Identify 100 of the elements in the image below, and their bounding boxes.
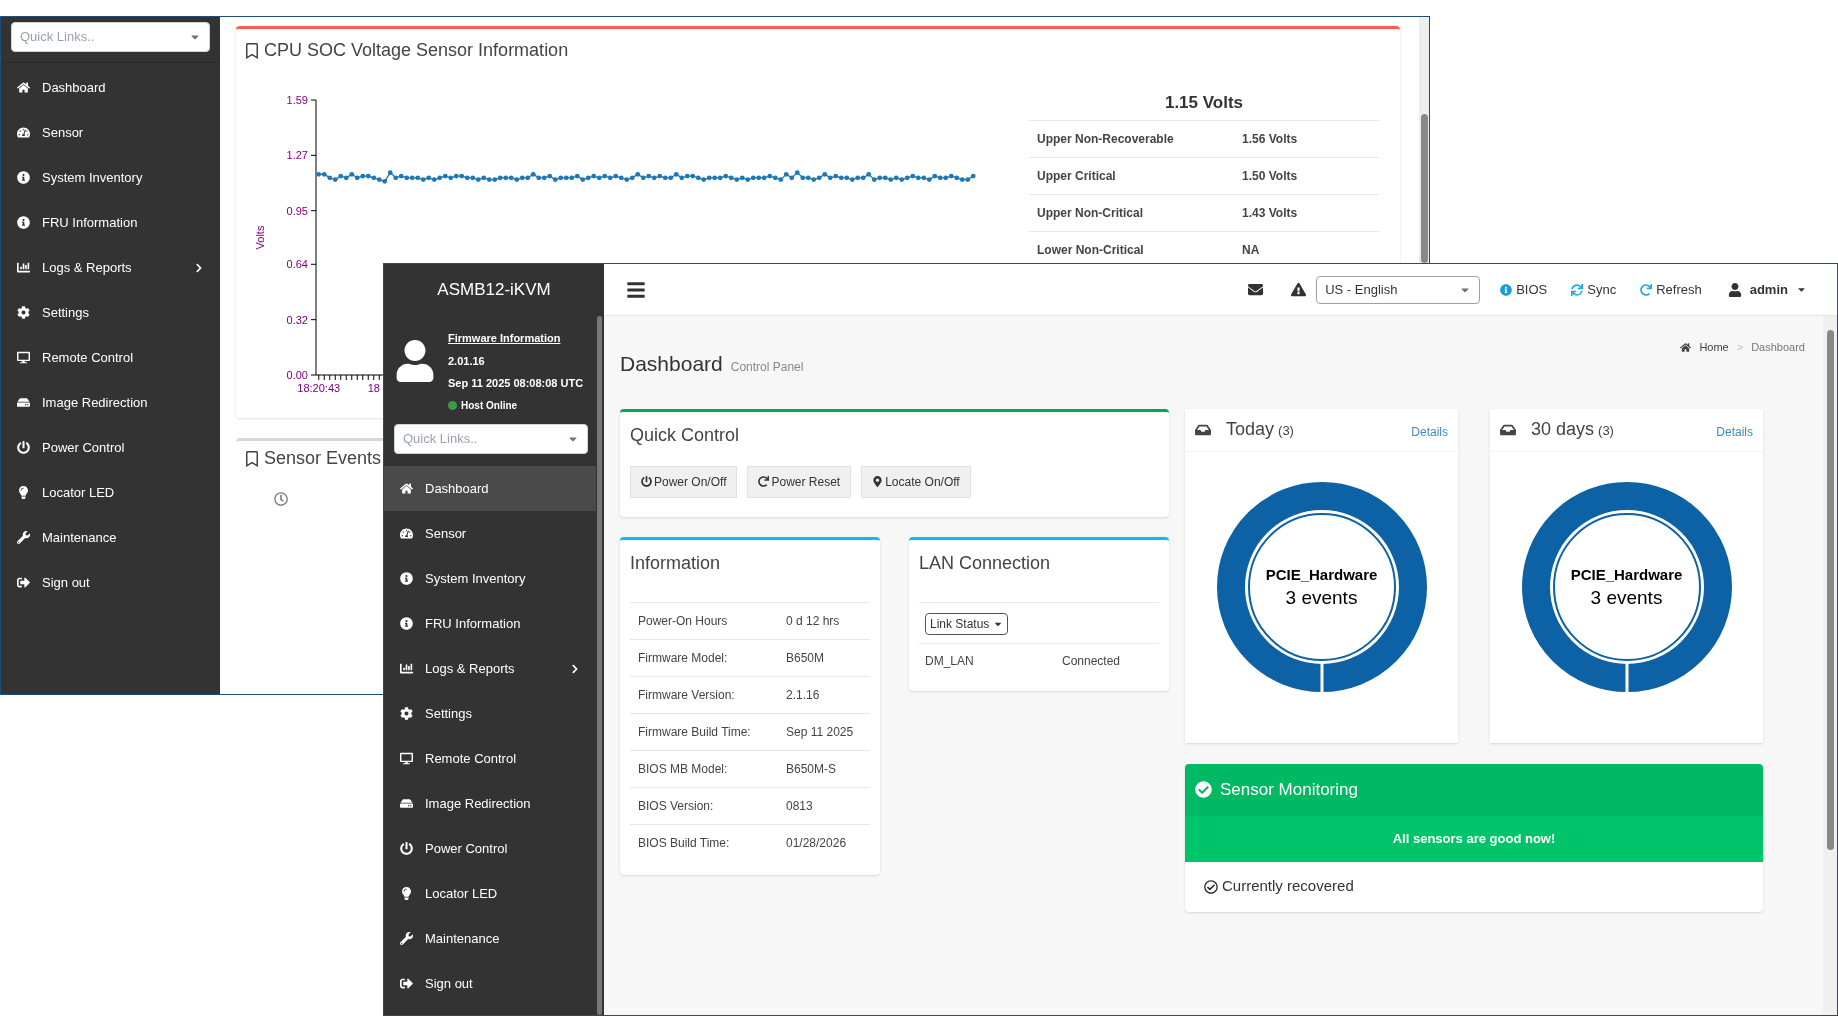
breadcrumb-link[interactable]: Home xyxy=(1699,338,1729,356)
mail-icon[interactable] xyxy=(1248,282,1264,297)
info-label: Power-On Hours xyxy=(638,612,729,630)
gauge-icon xyxy=(17,126,30,139)
power-icon xyxy=(641,476,652,487)
menu-icon[interactable] xyxy=(626,279,646,300)
bar-chart-icon xyxy=(17,261,30,274)
info-label: BIOS MB Model: xyxy=(638,760,729,778)
threshold-value: 1.50 Volts xyxy=(1242,167,1298,185)
header-action-link[interactable]: BIOS xyxy=(1496,279,1552,300)
threshold-label: Upper Non-Recoverable xyxy=(1037,130,1175,148)
threshold-value: NA xyxy=(1242,241,1260,259)
monitor-icon xyxy=(400,752,413,765)
info-value: 0813 xyxy=(786,797,813,815)
events-card-title: Today xyxy=(1226,418,1275,441)
gauge-icon xyxy=(400,527,413,540)
quick-links-placeholder: Quick Links.. xyxy=(403,430,478,449)
drive-icon xyxy=(400,797,413,810)
info-icon xyxy=(1500,283,1513,296)
breadcrumb-separator: > xyxy=(1736,339,1744,355)
recovered-status: Currently recovered xyxy=(1222,876,1354,897)
user-menu[interactable]: admin xyxy=(1727,279,1807,300)
page-subtitle: Control Panel xyxy=(730,359,804,376)
quick-control-button[interactable]: Power On/Off xyxy=(630,465,738,498)
user-icon xyxy=(1727,282,1742,297)
info-value: 0 d 12 hrs xyxy=(786,612,840,630)
info-value: B650M xyxy=(786,649,825,667)
bookmark-icon xyxy=(244,450,260,467)
brand-title: ASMB12-iKVM xyxy=(436,279,552,302)
info-label: Firmware Version: xyxy=(638,686,736,704)
card-title: Sensor Events xyxy=(264,447,382,470)
status-banner: All sensors are good now! xyxy=(1185,815,1763,862)
sign-out-icon xyxy=(17,576,30,589)
card-title: LAN Connection xyxy=(919,551,1052,575)
y-tick-label: 0.32 xyxy=(286,313,308,326)
donut-value: 3 events xyxy=(1285,586,1358,611)
threshold-value: 1.43 Volts xyxy=(1242,204,1298,222)
home-icon xyxy=(1680,341,1692,353)
card-title: Quick Control xyxy=(630,423,741,447)
y-tick-label: 1.59 xyxy=(286,94,308,106)
power-icon xyxy=(17,441,30,454)
threshold-label: Upper Non-Critical xyxy=(1037,204,1144,222)
page-title: Dashboard xyxy=(620,351,723,377)
settings-icon xyxy=(17,306,30,319)
info-icon xyxy=(17,171,30,184)
details-link[interactable]: Details xyxy=(1411,422,1448,441)
events-card-title: 30 days xyxy=(1531,418,1595,441)
wrench-icon xyxy=(17,531,30,544)
y-tick-label: 1.27 xyxy=(286,149,308,162)
quick-control-button[interactable]: Power Reset xyxy=(747,465,852,498)
info-value: 2.1.16 xyxy=(786,686,820,704)
info-label: Firmware Build Time: xyxy=(638,723,752,741)
reset-icon xyxy=(758,476,770,487)
card-title: CPU SOC Voltage Sensor Information xyxy=(264,39,569,62)
info-value: Sep 11 2025 xyxy=(786,723,854,741)
header-action-link[interactable]: Sync xyxy=(1567,279,1621,300)
card-title: Information xyxy=(630,551,722,575)
lan-status: Connected xyxy=(1062,653,1121,670)
firmware-version: 2.01.16 xyxy=(448,353,486,369)
link-status-select[interactable]: Link Status xyxy=(925,612,1009,635)
host-status: Host Online xyxy=(461,398,518,413)
home-icon xyxy=(400,482,413,495)
threshold-value: 1.56 Volts xyxy=(1242,130,1298,148)
threshold-label: Lower Non-Critical xyxy=(1037,241,1145,259)
drive-icon xyxy=(17,396,30,409)
nav-item[interactable]: Dashboard xyxy=(384,466,596,511)
info-icon xyxy=(17,216,30,229)
firmware-time: Sep 11 2025 08:08:08 UTC xyxy=(448,376,584,391)
header-action-link[interactable]: Refresh xyxy=(1636,279,1706,300)
sensor-monitoring-title: Sensor Monitoring xyxy=(1220,778,1358,801)
language-select[interactable]: US - English xyxy=(1316,275,1481,304)
lan-name: DM_LAN xyxy=(925,653,975,670)
donut-label: PCIE_Hardware xyxy=(1265,564,1378,585)
wrench-icon xyxy=(400,932,413,945)
quick-links-placeholder: Quick Links.. xyxy=(20,28,95,47)
firmware-link[interactable]: Firmware Information xyxy=(448,330,584,347)
y-tick-label: 0.95 xyxy=(286,204,308,217)
y-tick-label: 0.00 xyxy=(286,369,308,381)
warning-icon[interactable] xyxy=(1291,282,1307,297)
info-value: 01/28/2026 xyxy=(786,834,847,852)
lightbulb-icon xyxy=(400,887,413,900)
chevron-icon xyxy=(194,262,204,273)
quick-control-button[interactable]: Locate On/Off xyxy=(861,465,971,498)
settings-icon xyxy=(400,707,413,720)
info-value: B650M-S xyxy=(786,760,837,778)
home-icon xyxy=(17,81,30,94)
details-link[interactable]: Details xyxy=(1716,422,1753,441)
monitor-icon xyxy=(17,351,30,364)
donut-label: PCIE_Hardware xyxy=(1570,564,1683,585)
info-label: BIOS Version: xyxy=(638,797,715,815)
info-label: Firmware Model: xyxy=(638,649,729,667)
sync-icon xyxy=(1571,283,1584,296)
info-label: BIOS Build Time: xyxy=(638,834,731,852)
sign-out-icon xyxy=(400,977,413,990)
x-tick-label: 18 xyxy=(367,382,380,394)
info-icon xyxy=(400,617,413,630)
chevron-icon xyxy=(570,663,580,674)
clock-icon xyxy=(274,492,288,506)
bar-chart-icon xyxy=(400,662,413,675)
threshold-label: Upper Critical xyxy=(1037,167,1117,185)
